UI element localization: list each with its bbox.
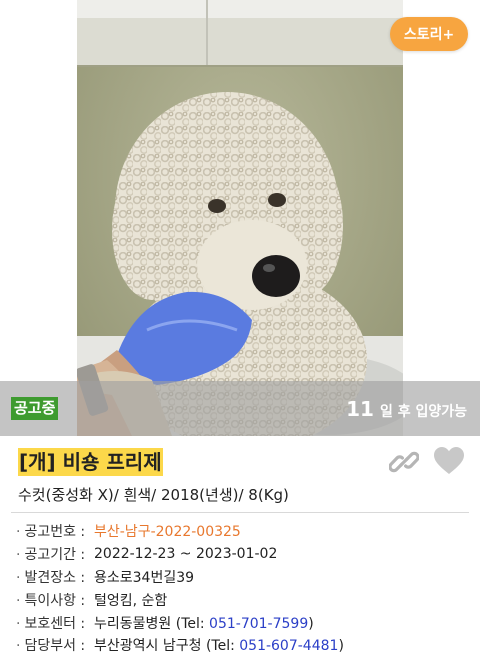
- link-icon[interactable]: [388, 447, 420, 477]
- adoption-status-bar: 공고중 11 일 후 입양가능: [0, 381, 480, 436]
- animal-photo[interactable]: [77, 0, 403, 436]
- notice-number: 부산-남구-2022-00325: [94, 524, 241, 541]
- detail-row-notice-period: 공고기간 : 2022-12-23 ~ 2023-01-02: [16, 543, 476, 566]
- shelter-info: 누리동물병원 (Tel: 051-701-7599): [94, 613, 314, 633]
- animal-title: [개] 비숑 프리제: [18, 448, 163, 476]
- detail-label: 발견장소 :: [16, 567, 94, 587]
- animal-photo-area: 스토리+ 공고중 11 일 후 입양가능: [0, 0, 480, 436]
- days-suffix: 일 후 입양가능: [379, 403, 467, 420]
- adoption-availability: 11 일 후 입양가능: [346, 397, 467, 421]
- detail-row-special-notes: 특이사항 : 털엉킴, 순함: [16, 588, 476, 611]
- detail-row-found-location: 발견장소 : 용소로34번길39: [16, 566, 476, 589]
- days-remaining: 11: [346, 396, 374, 421]
- found-location: 용소로34번길39: [94, 569, 195, 586]
- detail-row-notice-number: 공고번호 : 부산-남구-2022-00325: [16, 520, 476, 543]
- detail-label: 보호센터 :: [16, 613, 94, 633]
- animal-summary: 수컷(중성화 X)/ 흰색/ 2018(년생)/ 8(Kg): [18, 486, 289, 504]
- shelter-tel-link[interactable]: 051-701-7599: [209, 616, 308, 632]
- department-tel-link[interactable]: 051-607-4481: [239, 638, 338, 654]
- story-button[interactable]: 스토리+: [390, 17, 468, 51]
- detail-label: 특이사항 :: [16, 590, 94, 610]
- detail-row-shelter: 보호센터 : 누리동물병원 (Tel: 051-701-7599): [16, 611, 476, 634]
- close-paren: ): [308, 615, 314, 632]
- heart-icon[interactable]: [433, 446, 465, 476]
- detail-label: 공고번호 :: [16, 521, 94, 541]
- divider: [11, 512, 469, 513]
- detail-label: 공고기간 :: [16, 544, 94, 564]
- details-list: 공고번호 : 부산-남구-2022-00325 공고기간 : 2022-12-2…: [16, 520, 476, 657]
- detail-row-department: 담당부서 : 부산광역시 남구청 (Tel: 051-607-4481): [16, 634, 476, 657]
- special-notes: 털엉킴, 순함: [94, 592, 168, 609]
- notice-status-badge: 공고중: [11, 397, 59, 420]
- close-paren: ): [338, 638, 344, 655]
- department-info: 부산광역시 남구청 (Tel: 051-607-4481): [94, 635, 344, 655]
- department-name: 부산광역시 남구청 (Tel:: [94, 638, 240, 655]
- detail-label: 담당부서 :: [16, 635, 94, 655]
- notice-period: 2022-12-23 ~ 2023-01-02: [94, 546, 278, 563]
- shelter-name: 누리동물병원 (Tel:: [94, 615, 210, 632]
